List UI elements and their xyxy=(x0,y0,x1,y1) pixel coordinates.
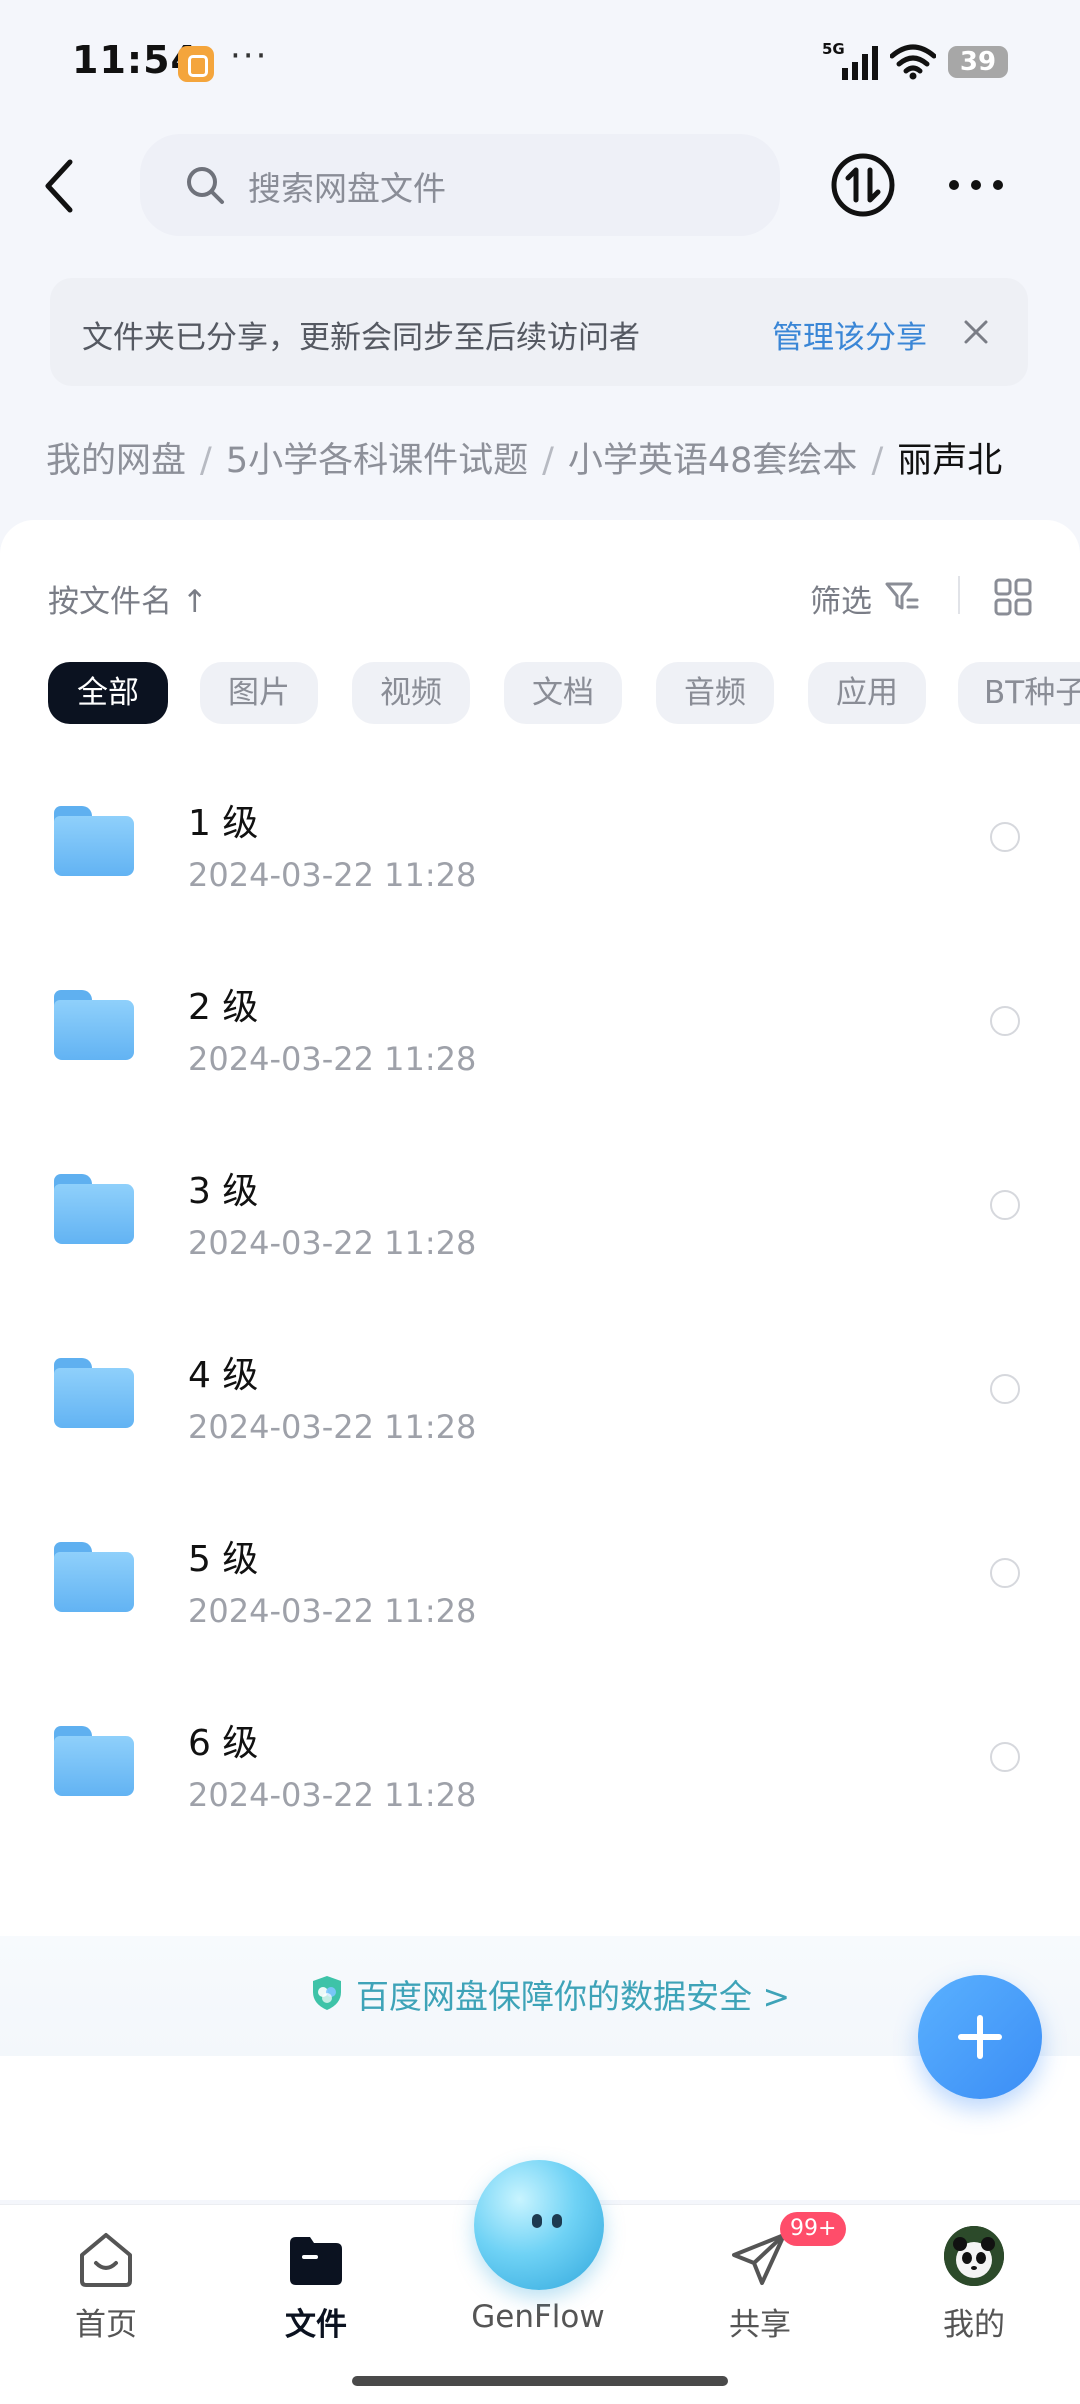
search-placeholder: 搜索网盘文件 xyxy=(248,169,446,208)
filter-chip-apps[interactable]: 应用 xyxy=(808,662,926,724)
network-type-label: 5G xyxy=(822,40,845,58)
filter-icon[interactable] xyxy=(884,578,920,614)
file-date: 2024-03-22 11:28 xyxy=(188,1224,477,1262)
file-name: 5 级 xyxy=(188,1539,259,1580)
breadcrumb-separator: / xyxy=(542,441,554,481)
file-name: 6 级 xyxy=(188,1723,259,1764)
file-date: 2024-03-22 11:28 xyxy=(188,1592,477,1630)
breadcrumb-separator: / xyxy=(200,441,212,481)
filter-button[interactable]: 筛选 xyxy=(810,576,872,621)
list-item[interactable]: 2 级 2024-03-22 11:28 xyxy=(0,954,1080,1138)
more-options-icon[interactable] xyxy=(946,168,1006,202)
manage-share-link[interactable]: 管理该分享 xyxy=(772,312,927,357)
list-item[interactable]: 1 级 2024-03-22 11:28 xyxy=(0,770,1080,954)
breadcrumb-item[interactable]: 小学英语48套绘本 xyxy=(568,441,858,481)
nav-label-share: 共享 xyxy=(729,2307,791,2343)
select-checkbox[interactable] xyxy=(990,1190,1020,1220)
nav-item-files[interactable]: 文件 xyxy=(226,2205,406,2355)
folder-icon xyxy=(54,1174,134,1244)
breadcrumb-item[interactable]: 5小学各科课件试题 xyxy=(226,441,528,481)
nav-label-home: 首页 xyxy=(75,2307,137,2343)
banner-text: 文件夹已分享，更新会同步至后续访问者 xyxy=(82,320,640,356)
filter-chip-documents[interactable]: 文档 xyxy=(504,662,622,724)
close-icon[interactable] xyxy=(962,318,990,346)
security-tip-text: 百度网盘保障你的数据安全 > xyxy=(356,1977,791,2016)
genflow-orb-icon[interactable] xyxy=(474,2160,604,2290)
breadcrumb: 我的网盘 / 5小学各科课件试题 / 小学英语48套绘本 / 丽声北 xyxy=(46,432,1002,483)
list-item[interactable]: 6 级 2024-03-22 11:28 xyxy=(0,1690,1080,1874)
file-name: 1 级 xyxy=(188,803,259,844)
breadcrumb-item-root[interactable]: 我的网盘 xyxy=(46,441,186,481)
folder-icon xyxy=(54,1542,134,1612)
grid-view-icon[interactable] xyxy=(994,578,1032,616)
transfer-list-icon[interactable] xyxy=(830,152,896,218)
file-date: 2024-03-22 11:28 xyxy=(188,1408,477,1446)
list-item[interactable]: 5 级 2024-03-22 11:28 xyxy=(0,1506,1080,1690)
folder-icon xyxy=(290,2237,342,2285)
notification-badge: 99+ xyxy=(780,2212,847,2246)
select-checkbox[interactable] xyxy=(990,1742,1020,1772)
nav-item-home[interactable]: 首页 xyxy=(16,2205,196,2355)
search-icon xyxy=(187,167,224,204)
status-more-indicator: ··· xyxy=(230,36,269,76)
nav-label-genflow: GenFlow xyxy=(471,2299,605,2335)
home-indicator[interactable] xyxy=(352,2376,728,2386)
battery-indicator: 39 xyxy=(948,46,1008,78)
folder-icon xyxy=(54,1726,134,1796)
folder-icon xyxy=(54,806,134,876)
file-name: 2 级 xyxy=(188,987,259,1028)
select-checkbox[interactable] xyxy=(990,1374,1020,1404)
filter-chip-audio[interactable]: 音频 xyxy=(656,662,774,724)
back-button[interactable] xyxy=(40,158,80,214)
filter-chip-images[interactable]: 图片 xyxy=(200,662,318,724)
paper-plane-icon xyxy=(732,2233,786,2285)
file-date: 2024-03-22 11:28 xyxy=(188,1776,477,1814)
wifi-icon xyxy=(890,44,936,80)
folder-icon xyxy=(54,1358,134,1428)
nav-label-profile: 我的 xyxy=(943,2307,1005,2343)
list-item[interactable]: 4 级 2024-03-22 11:28 xyxy=(0,1322,1080,1506)
search-input[interactable]: 搜索网盘文件 xyxy=(140,134,780,236)
select-checkbox[interactable] xyxy=(990,1558,1020,1588)
sort-by-name-button[interactable]: 按文件名 ↑ xyxy=(48,576,208,621)
folder-icon xyxy=(54,990,134,1060)
breadcrumb-current: 丽声北 xyxy=(897,441,1003,481)
file-date: 2024-03-22 11:28 xyxy=(188,1040,477,1078)
toolbar-divider xyxy=(958,576,960,614)
list-item[interactable]: 3 级 2024-03-22 11:28 xyxy=(0,1138,1080,1322)
select-checkbox[interactable] xyxy=(990,822,1020,852)
file-name: 4 级 xyxy=(188,1355,259,1396)
filter-chip-videos[interactable]: 视频 xyxy=(352,662,470,724)
file-date: 2024-03-22 11:28 xyxy=(188,856,477,894)
cellular-signal-icon: 5G xyxy=(822,40,878,80)
filter-chip-bt-torrent[interactable]: BT种子 xyxy=(958,662,1080,724)
add-button[interactable] xyxy=(918,1975,1042,2099)
select-checkbox[interactable] xyxy=(990,1006,1020,1036)
avatar[interactable] xyxy=(944,2226,1004,2286)
breadcrumb-separator: / xyxy=(871,441,884,481)
share-status-banner: 文件夹已分享，更新会同步至后续访问者 管理该分享 xyxy=(50,278,1028,386)
home-icon xyxy=(80,2233,132,2287)
notification-app-icon xyxy=(178,46,214,82)
filter-chip-all[interactable]: 全部 xyxy=(48,662,168,724)
file-name: 3 级 xyxy=(188,1171,259,1212)
nav-label-files: 文件 xyxy=(285,2307,347,2343)
shield-icon xyxy=(313,1976,341,2010)
